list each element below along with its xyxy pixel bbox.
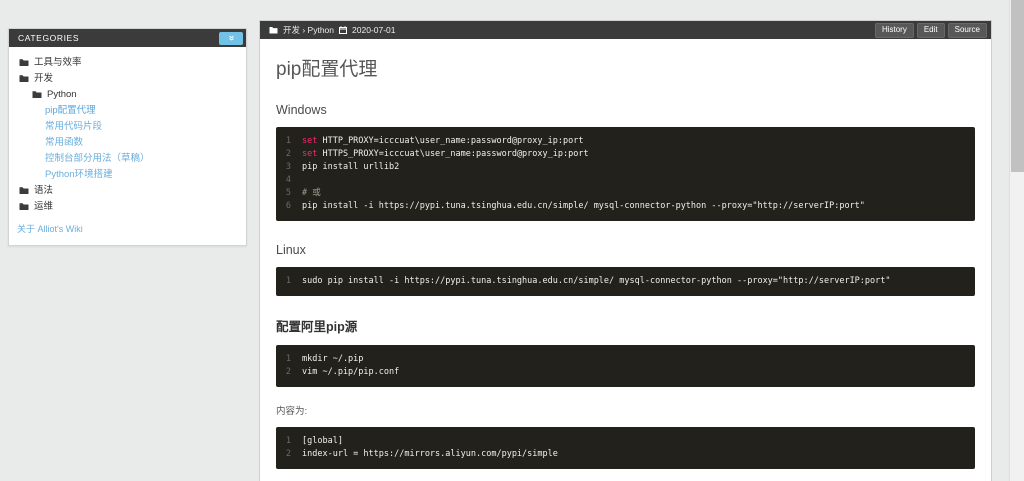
sidebar-folder[interactable]: Python	[17, 86, 238, 102]
scrollbar-thumb[interactable]	[1011, 0, 1024, 172]
line-number: 3	[285, 162, 291, 172]
header-buttons: History Edit Source	[874, 22, 987, 38]
sidebar-item-label: 控制台部分用法（草稿）	[45, 152, 150, 164]
code-text: vim ~/.pip/pip.conf	[302, 367, 400, 377]
edit-button[interactable]: Edit	[916, 22, 945, 38]
line-number: 4	[285, 175, 291, 185]
sidebar-item-label: pip配置代理	[45, 104, 96, 116]
section-heading: 配置阿里pip源	[276, 320, 358, 334]
categories-header: CATEGORIES »	[9, 29, 246, 47]
line-number: 1	[285, 136, 291, 146]
code-text: pip install -i https://pypi.tuna.tsinghu…	[302, 201, 865, 211]
sidebar-item-label: 常用函数	[45, 136, 84, 148]
folder-icon	[19, 58, 29, 67]
line-number: 2	[285, 367, 291, 377]
code-line: 1 [global]	[276, 435, 975, 448]
calendar-icon	[339, 26, 348, 34]
sidebar-footer: 关于 Alliot's Wiki	[9, 216, 246, 245]
folder-icon	[19, 186, 29, 195]
folder-open-icon	[32, 90, 42, 99]
breadcrumb[interactable]: 开发 › Python 2020-07-01	[269, 24, 396, 36]
code-block: 1 sudo pip install -i https://pypi.tuna.t…	[276, 267, 975, 296]
line-number: 1	[285, 436, 291, 446]
code-block: 1 set HTTP_PROXY=icccuat\user_name:passwo…	[276, 127, 975, 221]
sidebar-link[interactable]: 常用代码片段	[17, 118, 238, 134]
scrollbar[interactable]	[1009, 0, 1024, 481]
line-number: 2	[285, 449, 291, 459]
code-text: index-url = https://mirrors.aliyun.com/p…	[302, 449, 558, 459]
section-heading: Windows	[276, 103, 327, 117]
sidebar-folder[interactable]: 开发	[17, 70, 238, 86]
categories-panel: CATEGORIES » 工具与效率开发 Python pip配置代理 常用代码片段常…	[8, 28, 247, 246]
code-text: sudo pip install -i https://pypi.tuna.ts…	[302, 276, 891, 286]
code-text: set HTTPS_PROXY=icccuat\user_name:passwo…	[302, 149, 589, 159]
code-line: 4	[276, 174, 975, 187]
sidebar-item-label: 语法	[34, 184, 54, 196]
source-button[interactable]: Source	[947, 22, 987, 38]
sidebar-link[interactable]: pip配置代理	[17, 102, 238, 118]
code-line: 3 pip install urllib2	[276, 161, 975, 174]
sidebar-item-label: 开发	[34, 72, 54, 84]
code-line: 2 vim ~/.pip/pip.conf	[276, 366, 975, 379]
sidebar-item-label: 常用代码片段	[45, 120, 103, 132]
about-wiki-link[interactable]: 关于 Alliot's Wiki	[17, 224, 83, 234]
sidebar-link[interactable]: Python环境搭建	[17, 166, 238, 182]
categories-title: CATEGORIES	[18, 33, 80, 43]
sidebar-item-label: Python	[47, 88, 77, 100]
code-text: set HTTP_PROXY=icccuat\user_name:passwor…	[302, 136, 584, 146]
article-body: pip配置代理 Windows 1 set HTTP_PROXY=icccuat\u…	[260, 54, 991, 481]
code-text: # 或	[302, 188, 321, 198]
folder-open-icon	[19, 74, 29, 83]
sidebar-item-label: Python环境搭建	[45, 168, 113, 180]
code-text: mkdir ~/.pip	[302, 354, 364, 364]
sidebar-link[interactable]: 控制台部分用法（草稿）	[17, 150, 238, 166]
article-header: 开发 › Python 2020-07-01 History Edit Source	[260, 21, 991, 39]
line-number: 5	[285, 188, 291, 198]
date-text: 2020-07-01	[352, 25, 396, 35]
chevron-double-down-icon: »	[226, 35, 237, 41]
code-text: [global]	[302, 436, 343, 446]
page-title: pip配置代理	[276, 59, 378, 80]
sidebar-folder[interactable]: 运维	[17, 198, 238, 214]
code-line: 1 set HTTP_PROXY=icccuat\user_name:passwo…	[276, 135, 975, 148]
sidebar-folder[interactable]: 工具与效率	[17, 54, 238, 70]
breadcrumb-text: 开发 › Python	[283, 25, 335, 35]
line-number: 2	[285, 149, 291, 159]
category-tree: 工具与效率开发 Python pip配置代理 常用代码片段 常用函数控制台部分用法（草稿…	[9, 47, 246, 216]
collapse-sidebar-button[interactable]: »	[219, 31, 243, 45]
line-number: 1	[285, 276, 291, 286]
folder-icon	[19, 202, 29, 211]
code-line: 1 mkdir ~/.pip	[276, 353, 975, 366]
code-line: 6 pip install -i https://pypi.tuna.tsingh…	[276, 200, 975, 213]
code-line: 1 sudo pip install -i https://pypi.tuna.t…	[276, 275, 975, 288]
line-number: 1	[285, 354, 291, 364]
article-blocks: Windows 1 set HTTP_PROXY=icccuat\user_name…	[276, 103, 975, 481]
code-block: 1 [global] 2 index-url = https://mirrors.al…	[276, 427, 975, 469]
code-block: 1 mkdir ~/.pip 2 vim ~/.pip/pip.conf	[276, 345, 975, 387]
code-line: 2 set HTTPS_PROXY=icccuat\user_name:passw…	[276, 148, 975, 161]
sidebar-item-label: 运维	[34, 200, 54, 212]
code-line: 5 # 或	[276, 187, 975, 200]
history-button[interactable]: History	[874, 22, 914, 38]
sidebar-link[interactable]: 常用函数	[17, 134, 238, 150]
article-panel: 开发 › Python 2020-07-01 History Edit Source…	[259, 20, 992, 481]
line-number: 6	[285, 201, 291, 211]
code-line: 2 index-url = https://mirrors.aliyun.com/…	[276, 448, 975, 461]
code-text: pip install urllib2	[302, 162, 400, 172]
paragraph: 内容为:	[276, 406, 308, 417]
sidebar-folder[interactable]: 语法	[17, 182, 238, 198]
section-heading: Linux	[276, 243, 306, 257]
sidebar-item-label: 工具与效率	[34, 56, 82, 68]
folder-icon	[269, 26, 278, 34]
